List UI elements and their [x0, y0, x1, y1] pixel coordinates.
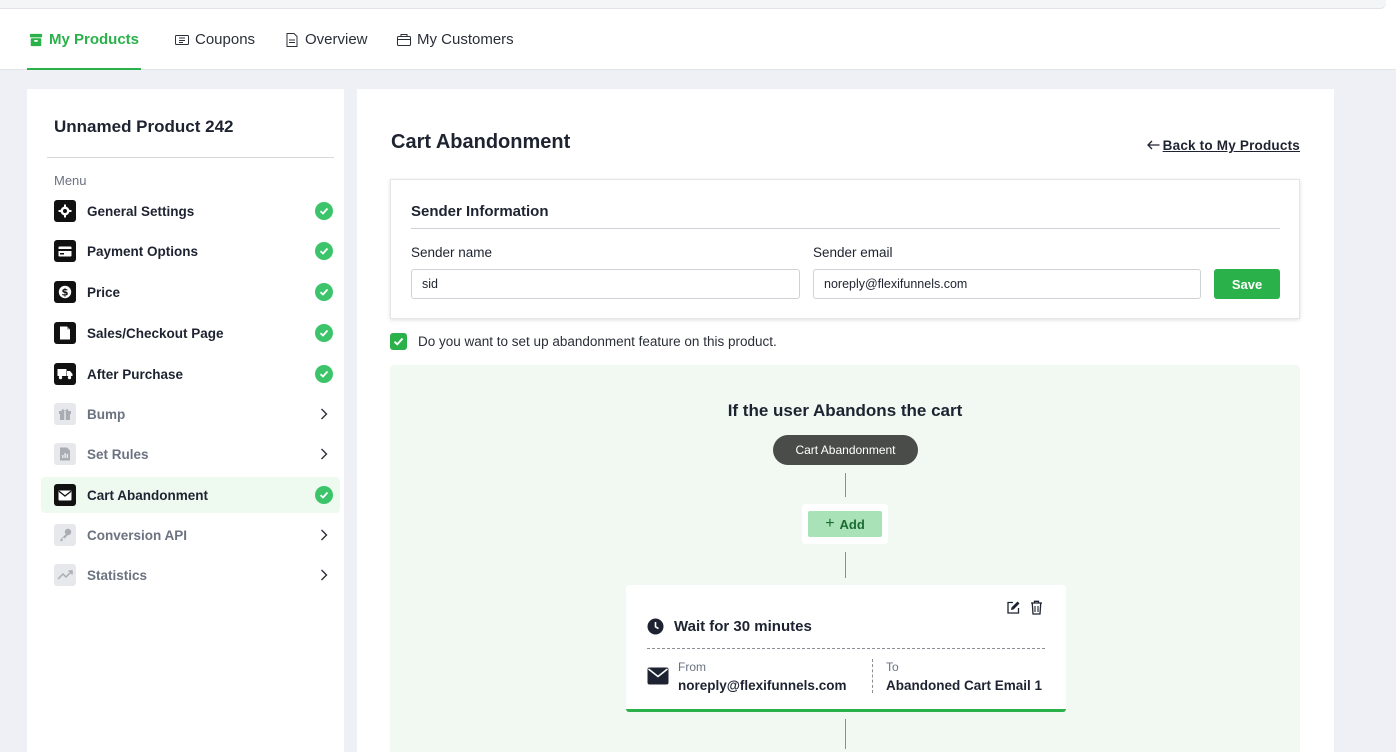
page-title: Cart Abandonment: [391, 131, 571, 153]
step-divider: [647, 648, 1045, 649]
check-icon: [315, 242, 333, 260]
sidebar-item-label: General Settings: [87, 203, 195, 219]
back-link-label: Back to My Products: [1162, 138, 1300, 153]
chevron-right-icon: [316, 446, 332, 462]
edit-icon[interactable]: [1004, 598, 1022, 616]
wait-email-step-card: Wait for 30 minutes From noreply@flexifu…: [626, 585, 1066, 712]
chevron-right-icon: [316, 406, 332, 422]
tab-label: My Customers: [417, 31, 514, 48]
flow-connector: [845, 473, 846, 497]
menu-label: Menu: [54, 173, 87, 188]
sender-email-label: Sender email: [813, 245, 893, 260]
add-step-wrapper: + Add: [802, 504, 888, 544]
check-icon: [315, 365, 333, 383]
consent-label: Do you want to set up abandonment featur…: [418, 334, 777, 349]
tab-coupons[interactable]: Coupons: [175, 9, 255, 70]
main-panel: Cart Abandonment Back to My Products Sen…: [357, 89, 1334, 752]
plus-icon: +: [825, 515, 835, 532]
tab-label: My Products: [49, 31, 140, 48]
sidebar-item-label: Bump: [87, 406, 126, 422]
check-icon: [315, 486, 333, 504]
key-icon: [54, 524, 76, 546]
to-label: To: [886, 660, 899, 674]
sidebar-item-conversion-api[interactable]: Conversion API: [41, 517, 340, 553]
save-button[interactable]: Save: [1214, 269, 1280, 299]
sidebar-item-cart-abandonment[interactable]: Cart Abandonment: [41, 477, 340, 513]
sidebar-item-bump[interactable]: Bump: [41, 396, 340, 432]
sidebar-divider: [47, 157, 334, 158]
ticket-icon: [175, 33, 189, 47]
tab-label: Coupons: [195, 31, 256, 48]
credit-card-icon: [54, 240, 76, 262]
sender-name-input[interactable]: [411, 269, 800, 299]
add-label: Add: [839, 516, 865, 532]
sidebar-item-label: Set Rules: [87, 446, 149, 462]
trigger-pill: Cart Abandonment: [773, 435, 918, 465]
sidebar-item-payment-options[interactable]: Payment Options: [41, 233, 340, 269]
tab-overview[interactable]: Overview: [285, 9, 368, 70]
wait-step: Wait for 30 minutes: [647, 618, 812, 635]
sidebar-item-set-rules[interactable]: Set Rules: [41, 436, 340, 472]
sender-email-input[interactable]: [813, 269, 1201, 299]
dollar-icon: $: [54, 281, 76, 303]
back-to-products-link[interactable]: Back to My Products: [1146, 138, 1300, 153]
truck-icon: [54, 363, 76, 385]
trend-icon: [54, 564, 76, 586]
sender-card-title: Sender Information: [411, 203, 549, 220]
sidebar-item-price[interactable]: $ Price: [41, 274, 340, 310]
chevron-right-icon: [316, 567, 332, 583]
to-value: Abandoned Cart Email 1: [886, 678, 1043, 693]
check-icon: [315, 324, 333, 342]
sender-card-divider: [411, 228, 1280, 229]
sidebar-item-label: Cart Abandonment: [87, 487, 208, 503]
gift-icon: [54, 403, 76, 425]
abandonment-flow: If the user Abandons the cart Cart Aband…: [390, 365, 1300, 752]
sidebar-item-label: Price: [87, 284, 121, 300]
sidebar-item-general-settings[interactable]: General Settings: [41, 193, 340, 229]
svg-text:$: $: [62, 288, 69, 299]
page-icon: [54, 322, 76, 344]
sidebar-item-label: Payment Options: [87, 243, 199, 259]
clock-icon: [647, 618, 664, 635]
tab-label: Overview: [305, 31, 368, 48]
tab-my-customers[interactable]: My Customers: [397, 9, 514, 70]
envelope-icon: [647, 667, 669, 685]
sidebar-item-label: Statistics: [87, 567, 148, 583]
sidebar-item-sales-checkout-page[interactable]: Sales/Checkout Page: [41, 315, 340, 351]
product-sidebar: Unnamed Product 242 Menu General Setting…: [27, 89, 344, 752]
top-nav: My Products Coupons Overview My Customer…: [0, 9, 1396, 70]
check-icon: [315, 283, 333, 301]
trash-icon[interactable]: [1027, 598, 1045, 616]
sender-information-card: Sender Information Sender name Sender em…: [390, 179, 1300, 319]
add-step-button[interactable]: + Add: [808, 511, 882, 537]
abandonment-checkbox[interactable]: [390, 333, 407, 350]
document-icon: [285, 32, 299, 47]
flow-connector: [845, 552, 846, 578]
check-icon: [315, 202, 333, 220]
from-value: noreply@flexifunnels.com: [678, 678, 847, 693]
sidebar-item-label: After Purchase: [87, 366, 184, 382]
sidebar-item-statistics[interactable]: Statistics: [41, 557, 340, 593]
product-title: Unnamed Product 242: [54, 117, 234, 136]
wait-label: Wait for 30 minutes: [674, 618, 812, 635]
sidebar-item-label: Sales/Checkout Page: [87, 325, 224, 341]
tab-my-products[interactable]: My Products: [26, 9, 142, 70]
sender-name-label: Sender name: [411, 245, 493, 260]
envelope-icon: [54, 484, 76, 506]
from-label: From: [678, 660, 706, 674]
sidebar-item-label: Conversion API: [87, 527, 188, 543]
bag-icon: [397, 33, 411, 47]
gear-icon: [54, 200, 76, 222]
rules-icon: [54, 443, 76, 465]
step-column-divider: [872, 659, 873, 693]
chevron-right-icon: [316, 527, 332, 543]
arrow-left-icon: [1146, 138, 1160, 153]
abandonment-consent: Do you want to set up abandonment featur…: [390, 333, 777, 350]
flow-connector: [845, 719, 846, 749]
sidebar-item-after-purchase[interactable]: After Purchase: [41, 356, 340, 392]
top-strip: [0, 0, 1396, 9]
box-icon: [29, 33, 43, 47]
flow-title: If the user Abandons the cart: [727, 401, 963, 420]
